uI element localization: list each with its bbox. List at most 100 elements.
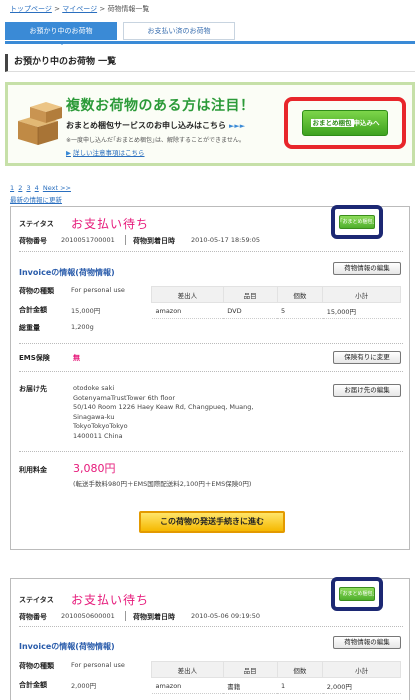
- package-number-label: 荷物番号: [19, 613, 47, 621]
- address-line: TokyoTokyoTokyo: [73, 422, 128, 430]
- cell-qty: 1: [277, 677, 323, 694]
- package-card: ステイタス お支払い待ち ｢おまとめ梱包｣可 荷物番号 201005170000…: [10, 205, 410, 550]
- destination-label: お届け先: [19, 385, 47, 393]
- page-title: お預かり中のお荷物 一覧: [5, 54, 415, 72]
- status-label: ステイタス: [19, 220, 54, 228]
- cell-sender: amazon: [151, 677, 224, 694]
- page-link-4[interactable]: 4: [35, 184, 39, 192]
- page-link-3[interactable]: 3: [26, 184, 30, 192]
- col-qty: 個数: [276, 286, 324, 303]
- tab-paid[interactable]: お支払い済のお荷物: [123, 22, 235, 40]
- pager: 1 2 3 4 Next >>: [10, 184, 73, 192]
- arrow-right-icon: ▶: [66, 149, 71, 157]
- col-item: 品目: [222, 286, 278, 303]
- divider: [19, 343, 403, 344]
- cell-qty: 5: [277, 302, 323, 319]
- package-type: For personal use: [71, 661, 125, 669]
- separator: [125, 235, 126, 245]
- page-link-2[interactable]: 2: [18, 184, 22, 192]
- col-qty: 個数: [276, 661, 324, 678]
- proceed-shipping-button[interactable]: この荷物の発送手続きに進む: [139, 511, 285, 533]
- cell-item: DVD: [223, 302, 278, 319]
- page-link-next[interactable]: Next >>: [43, 184, 71, 192]
- total-amount: 2,000円: [71, 682, 97, 690]
- tab-holding[interactable]: お預かり中のお荷物: [5, 22, 117, 45]
- highlight-ring-navy: ｢おまとめ梱包｣可: [331, 205, 383, 239]
- notes-link[interactable]: ▶ 詳しい注意事項はこちら: [66, 147, 145, 157]
- arrival-label: 荷物到着日時: [133, 237, 175, 245]
- breadcrumb: トップページ > マイページ > 荷物情報一覧: [10, 4, 149, 14]
- bundle-apply-button[interactable]: おまとめ梱包 申込みへ: [302, 110, 388, 136]
- address-line: 50/140 Room 1226 Haey Keaw Rd, Changpueq…: [73, 403, 254, 411]
- bundle-apply-suffix: 申込みへ: [353, 119, 380, 127]
- package-type-label: 荷物の種類: [19, 662, 54, 670]
- breadcrumb-top[interactable]: トップページ: [10, 5, 52, 13]
- items-table: 差出人 品目 個数 小計 amazon 書籍 1 2,000円: [151, 661, 401, 694]
- bundle-apply-label: おまとめ梱包: [310, 119, 354, 127]
- destination-address: otodoke saki GotenyamaTrustTower 6th flo…: [73, 384, 253, 441]
- divider: [19, 626, 403, 627]
- banner-headline: 複数お荷物のある方は注目！: [66, 98, 255, 114]
- package-type-label: 荷物の種類: [19, 287, 54, 295]
- total-amount: 15,000円: [71, 307, 101, 315]
- table-row: amazon 書籍 1 2,000円: [151, 677, 401, 694]
- package-type: For personal use: [71, 286, 125, 294]
- items-table-header: 差出人 品目 個数 小計: [151, 286, 401, 303]
- table-row: amazon DVD 5 15,000円: [151, 302, 401, 319]
- bundle-available-badge[interactable]: ｢おまとめ梱包｣可: [339, 215, 375, 229]
- cell-subtotal: 2,000円: [322, 677, 401, 694]
- weight-value: 1,200g: [71, 323, 94, 331]
- edit-destination-button[interactable]: お届け先の編集: [333, 384, 401, 397]
- highlight-ring-red: おまとめ梱包 申込みへ: [284, 97, 406, 149]
- invoice-heading: Invoiceの情報(荷物情報): [19, 268, 115, 277]
- col-item: 品目: [222, 661, 278, 678]
- banner-subline: おまとめ梱包サービスのお申し込みはこちら ►►►: [66, 120, 245, 131]
- ems-value: 無: [73, 354, 80, 362]
- page-link-1[interactable]: 1: [10, 184, 14, 192]
- divider: [19, 451, 403, 452]
- banner-note: ※一度申し込んだ｢おまとめ梱包｣は、解除することができません。: [66, 137, 245, 144]
- fee-label: 利用料金: [19, 466, 47, 474]
- col-subtotal: 小計: [322, 286, 401, 303]
- breadcrumb-mypage[interactable]: マイページ: [62, 5, 97, 13]
- weight-label: 総重量: [19, 324, 40, 332]
- address-line: Sinagawa-ku: [73, 412, 115, 421]
- notes-link-text: 詳しい注意事項はこちら: [73, 149, 145, 157]
- edit-package-button[interactable]: 荷物情報の編集: [333, 636, 401, 649]
- cell-sender: amazon: [151, 302, 224, 319]
- breadcrumb-separator: >: [99, 5, 106, 13]
- fee-breakdown: (転送手数料980円＋EMS国際配送料2,100円＋EMS保険0円): [73, 480, 252, 488]
- status-label: ステイタス: [19, 596, 54, 604]
- banner-subline-text: おまとめ梱包サービスのお申し込みはこちら: [66, 121, 226, 130]
- arrival-label: 荷物到着日時: [133, 613, 175, 621]
- col-subtotal: 小計: [322, 661, 401, 678]
- invoice-heading: Invoiceの情報(荷物情報): [19, 642, 115, 651]
- cell-item: 書籍: [223, 677, 277, 694]
- cardboard-boxes-icon: [18, 102, 62, 145]
- bundle-available-badge[interactable]: ｢おまとめ梱包｣可: [339, 587, 375, 601]
- cell-subtotal: 15,000円: [322, 302, 401, 319]
- items-table-header: 差出人 品目 個数 小計: [151, 661, 401, 678]
- col-sender: 差出人: [151, 661, 224, 678]
- breadcrumb-current: 荷物情報一覧: [107, 5, 150, 13]
- package-number: 2010051700001: [61, 236, 115, 244]
- arrival-datetime: 2010-05-06 09:19:50: [191, 612, 261, 620]
- total-label: 合計金額: [19, 681, 47, 689]
- items-table: 差出人 品目 個数 小計 amazon DVD 5 15,000円: [151, 286, 401, 319]
- refresh-link[interactable]: 最新の情報に更新: [10, 194, 62, 204]
- breadcrumb-separator: >: [54, 5, 60, 13]
- divider: [19, 371, 403, 372]
- divider: [19, 251, 403, 252]
- total-label: 合計金額: [19, 306, 47, 314]
- highlight-ring-navy: ｢おまとめ梱包｣可: [331, 577, 383, 611]
- col-sender: 差出人: [151, 286, 224, 303]
- status-value: お支払い待ち: [71, 593, 150, 607]
- triple-arrow-icon: ►►►: [229, 122, 246, 130]
- address-line: GotenyamaTrustTower 6th floor: [73, 393, 176, 402]
- package-number: 2010050600001: [61, 612, 115, 620]
- package-number-label: 荷物番号: [19, 237, 47, 245]
- ems-label: EMS保険: [19, 354, 50, 362]
- ems-change-button[interactable]: 保険有りに変更: [333, 351, 401, 364]
- edit-package-button[interactable]: 荷物情報の編集: [333, 262, 401, 275]
- bundle-service-banner: 複数お荷物のある方は注目！ おまとめ梱包サービスのお申し込みはこちら ►►► ※一…: [5, 82, 415, 166]
